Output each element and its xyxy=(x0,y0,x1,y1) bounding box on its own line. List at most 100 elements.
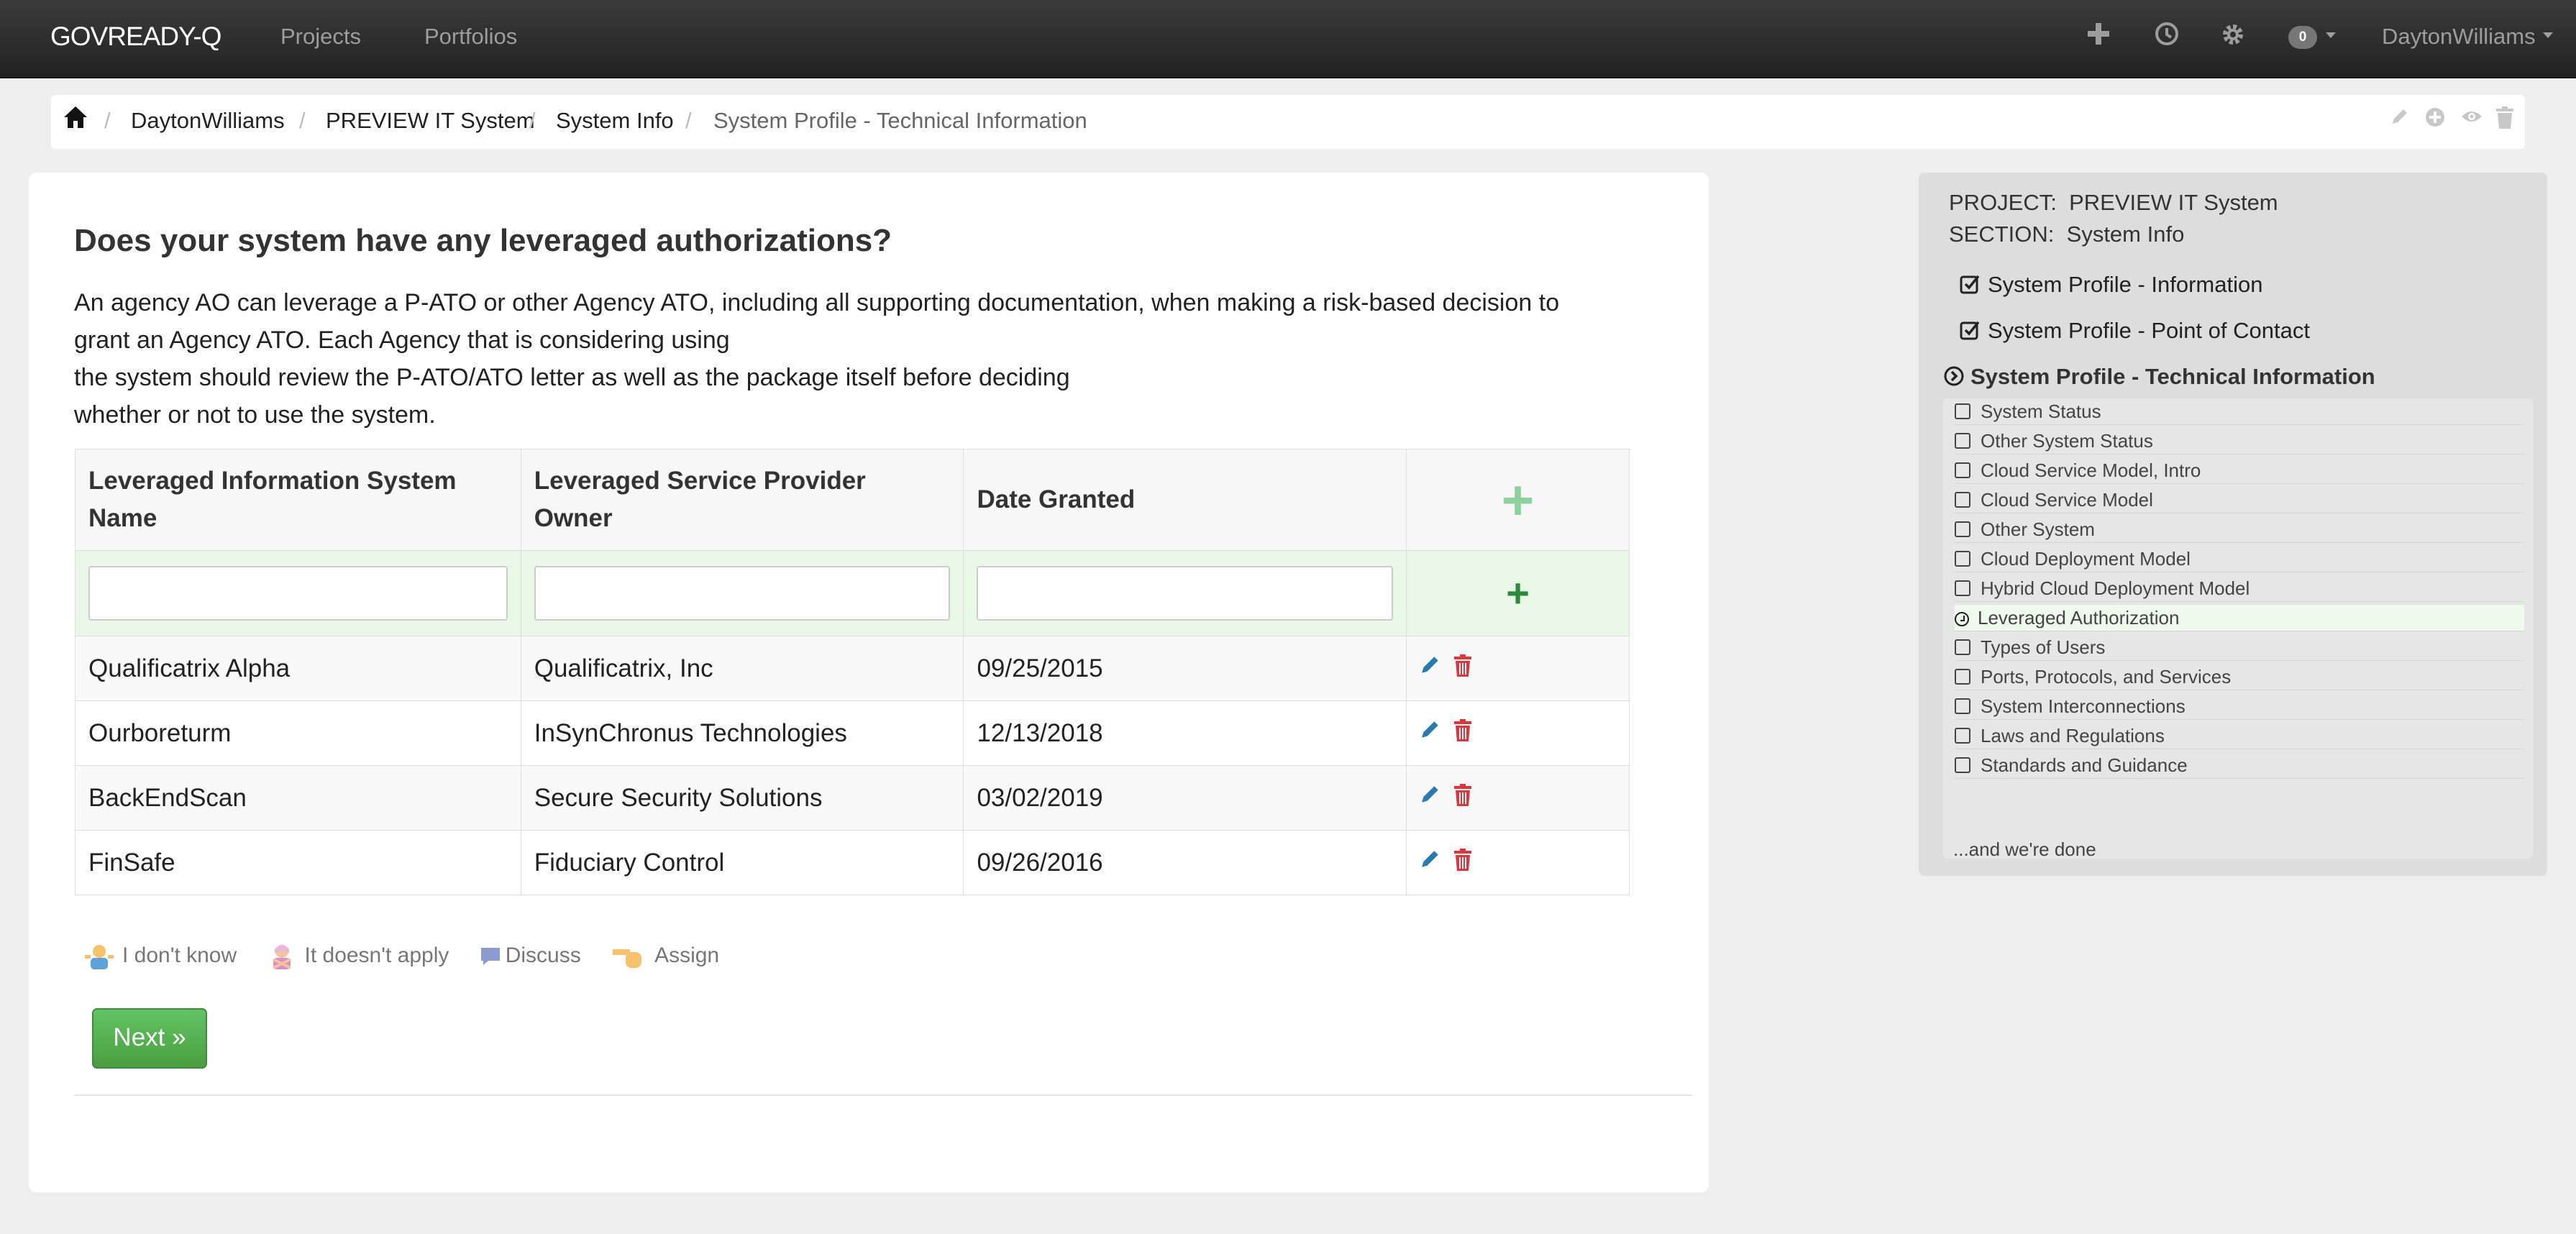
question-item[interactable]: Other System Status xyxy=(1955,428,2524,454)
checkbox-empty-icon xyxy=(1955,462,1970,478)
pencil-icon[interactable] xyxy=(2390,106,2410,132)
add-row-button[interactable]: + xyxy=(1420,573,1616,613)
question-item[interactable]: Types of Users xyxy=(1955,634,2524,661)
checkbox-empty-icon xyxy=(1955,669,1970,685)
date-granted-cell: 12/13/2018 xyxy=(963,700,1407,766)
question-label: Standards and Guidance xyxy=(1981,754,2188,776)
question-item[interactable]: Cloud Deployment Model xyxy=(1955,546,2524,572)
breadcrumb-section[interactable]: System Info xyxy=(556,108,674,134)
add-circle-icon[interactable] xyxy=(2424,106,2446,134)
section-name[interactable]: System Info xyxy=(2067,221,2185,247)
question-item[interactable]: Hybrid Cloud Deployment Model xyxy=(1955,575,2524,602)
system-name-cell: Qualificatrix Alpha xyxy=(75,636,521,701)
chevron-down-icon[interactable] xyxy=(2326,32,2336,38)
question-item-active[interactable]: Leveraged Authorization xyxy=(1955,605,2524,631)
checked-edit-icon xyxy=(1960,275,1980,294)
question-item[interactable]: Standards and Guidance xyxy=(1955,752,2524,779)
checkbox-empty-icon xyxy=(1955,433,1970,449)
table-row: FinSafe Fiduciary Control 09/26/2016 xyxy=(75,830,1630,895)
date-granted-input[interactable] xyxy=(977,566,1394,621)
history-clock-icon[interactable] xyxy=(2155,22,2179,52)
provider-owner-input[interactable] xyxy=(534,566,951,621)
pencil-icon[interactable] xyxy=(1420,783,1441,810)
divider xyxy=(74,1094,1692,1096)
column-header: Leveraged Information System Name xyxy=(75,449,521,551)
assign-link[interactable]: Assign xyxy=(611,942,719,971)
trash-icon[interactable] xyxy=(1453,654,1473,684)
project-label: PROJECT: xyxy=(1949,190,2057,215)
pencil-icon[interactable] xyxy=(1420,654,1441,681)
breadcrumb-project[interactable]: PREVIEW IT System xyxy=(326,108,535,134)
section-label: SECTION: xyxy=(1949,221,2055,247)
checked-edit-icon xyxy=(1960,321,1980,340)
question-item[interactable]: Cloud Service Model, Intro xyxy=(1955,457,2524,484)
module-label: System Profile - Point of Contact xyxy=(1988,318,2310,343)
system-name-input[interactable] xyxy=(88,566,508,621)
shrug-icon xyxy=(85,945,114,969)
plus-icon[interactable] xyxy=(2086,22,2111,52)
question-item[interactable]: System Interconnections xyxy=(1955,693,2524,720)
doesnt-apply-label: It doesn't apply xyxy=(304,943,449,967)
done-text: ...and we're done xyxy=(1953,838,2096,860)
leveraged-authorizations-table: Leveraged Information System Name Levera… xyxy=(75,449,1630,895)
current-module-label: System Profile - Technical Information xyxy=(1970,364,2375,389)
gear-icon[interactable] xyxy=(2220,22,2246,54)
discuss-link[interactable]: Discuss xyxy=(480,943,581,968)
trash-icon[interactable] xyxy=(2495,106,2515,135)
question-label: Other System Status xyxy=(1981,430,2153,452)
completed-module-link[interactable]: System Profile - Information xyxy=(1959,272,2262,298)
question-label: Types of Users xyxy=(1981,636,2106,658)
breadcrumb-user[interactable]: DaytonWilliams xyxy=(131,108,285,134)
question-item[interactable]: Other System xyxy=(1955,516,2524,543)
question-label: Cloud Service Model xyxy=(1981,489,2153,511)
notification-badge[interactable]: 0 xyxy=(2288,26,2317,49)
brand-logo[interactable]: GOVREADY-Q xyxy=(50,22,221,52)
next-button[interactable]: Next » xyxy=(92,1008,207,1069)
row-actions xyxy=(1406,830,1630,895)
no-gesture-icon xyxy=(272,945,291,969)
trash-icon[interactable] xyxy=(1453,783,1473,813)
system-name-cell: FinSafe xyxy=(75,830,521,895)
question-title: Does your system have any leveraged auth… xyxy=(74,223,892,258)
row-actions xyxy=(1406,765,1630,831)
question-prompt: An agency AO can leverage a P-ATO or oth… xyxy=(74,284,1707,434)
prompt-line: An agency AO can leverage a P-ATO or oth… xyxy=(74,289,1560,316)
question-item[interactable]: System Status xyxy=(1955,398,2524,425)
question-item[interactable]: Cloud Service Model xyxy=(1955,487,2524,513)
prompt-line: grant an Agency ATO. Each Agency that is… xyxy=(74,326,730,354)
row-actions xyxy=(1406,636,1630,701)
question-label: Cloud Service Model, Intro xyxy=(1981,460,2201,481)
question-item[interactable]: Laws and Regulations xyxy=(1955,723,2524,749)
question-item[interactable]: Ports, Protocols, and Services xyxy=(1955,664,2524,690)
eye-icon[interactable] xyxy=(2460,106,2483,132)
project-info: PROJECT: PREVIEW IT System xyxy=(1949,190,2278,216)
checkbox-empty-icon xyxy=(1955,521,1970,537)
provider-owner-cell: InSynChronus Technologies xyxy=(520,700,964,766)
home-icon[interactable] xyxy=(63,105,88,135)
trash-icon[interactable] xyxy=(1453,848,1473,878)
current-module: System Profile - Technical Information xyxy=(1943,364,2375,390)
checkbox-empty-icon xyxy=(1955,492,1970,508)
column-header: Date Granted xyxy=(963,449,1407,551)
prompt-line: whether or not to use the system. xyxy=(74,401,436,429)
checkbox-empty-icon xyxy=(1955,580,1970,596)
dont-know-link[interactable]: I don't know xyxy=(85,942,237,971)
nav-projects[interactable]: Projects xyxy=(280,24,361,50)
comment-icon xyxy=(480,948,500,965)
trash-icon[interactable] xyxy=(1453,718,1473,749)
current-arrow-icon xyxy=(1944,366,1964,386)
chevron-down-icon[interactable] xyxy=(2543,32,2553,38)
question-label: Ports, Protocols, and Services xyxy=(1981,666,2232,687)
column-header: Leveraged Service Provider Owner xyxy=(520,449,964,551)
completed-module-link[interactable]: System Profile - Point of Contact xyxy=(1959,318,2310,344)
doesnt-apply-link[interactable]: It doesn't apply xyxy=(268,942,449,971)
user-menu[interactable]: DaytonWilliams xyxy=(2382,24,2536,50)
project-name[interactable]: PREVIEW IT System xyxy=(2069,190,2278,215)
pencil-icon[interactable] xyxy=(1420,848,1441,875)
pencil-icon[interactable] xyxy=(1420,718,1441,746)
assign-label: Assign xyxy=(654,943,720,967)
question-label: System Interconnections xyxy=(1981,695,2186,717)
nav-portfolios[interactable]: Portfolios xyxy=(424,24,517,50)
question-label: Laws and Regulations xyxy=(1981,725,2165,746)
checkbox-empty-icon xyxy=(1955,728,1970,744)
